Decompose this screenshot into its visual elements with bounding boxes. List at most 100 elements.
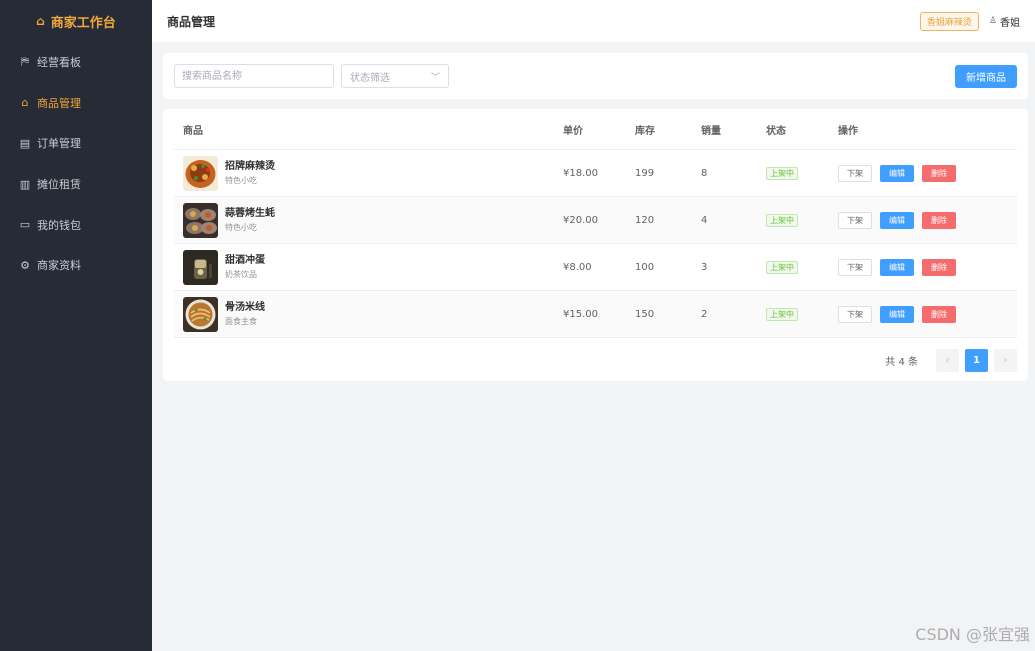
product-price: ¥8.00 (563, 261, 592, 273)
building-icon: ▥ (19, 177, 31, 191)
product-sales: 4 (701, 214, 708, 226)
page-title: 商品管理 (167, 14, 216, 29)
sidebar-item-merchant-profile[interactable]: ⚙ 商家资料 (0, 245, 152, 286)
bag-icon: ⌂ (36, 14, 45, 28)
sidebar-item-products[interactable]: ⌂ 商品管理 (0, 83, 152, 124)
column-header: 单价 (563, 125, 583, 137)
user-menu[interactable]: ♙ 香姐 (989, 14, 1020, 29)
sidebar-item-label: 商家资料 (37, 259, 81, 273)
pagination-total: 共 4 条 (885, 357, 918, 368)
user-name: 香姐 (1000, 17, 1020, 29)
topbar: 商品管理 香姐麻辣烫 ♙ 香姐 (152, 0, 1035, 42)
status-select[interactable]: 状态筛选 ﹀ (341, 64, 449, 88)
product-stock: 150 (635, 308, 655, 320)
sidebar-item-label: 我的钱包 (37, 218, 81, 232)
sidebar-nav: ⛿ 经营看板 ⌂ 商品管理 ▤ 订单管理 ▥ 摊位租赁 ▭ 我的钱包 ⚙ 商家资… (0, 42, 152, 286)
status-select-placeholder: 状态筛选 (350, 72, 390, 84)
sidebar-item-orders[interactable]: ▤ 订单管理 (0, 123, 152, 164)
product-image (183, 296, 218, 332)
column-header: 库存 (635, 125, 655, 137)
product-category: 特色小吃 (225, 176, 257, 185)
column-header: 操作 (838, 125, 858, 137)
chevron-down-icon: ﹀ (430, 72, 440, 83)
product-price: ¥18.00 (563, 167, 598, 179)
product-cell: 蒜蓉烤生蚝 特色小吃 (174, 202, 554, 238)
dashboard-icon: ⛿ (21, 55, 29, 69)
edit-button[interactable]: 编辑 (880, 164, 914, 182)
sidebar-item-label: 商品管理 (37, 96, 81, 110)
product-sales: 8 (701, 167, 708, 179)
product-image (183, 202, 218, 238)
product-category: 奶茶饮品 (225, 270, 257, 279)
sidebar-item-label: 经营看板 (37, 56, 81, 70)
row-actions: 下架 编辑 删除 (829, 164, 1017, 182)
pagination: 共 4 条 ‹ 1 › (174, 338, 1017, 383)
product-cell: 招牌麻辣烫 特色小吃 (174, 155, 554, 191)
sidebar: ⌂ 商家工作台 ⛿ 经营看板 ⌂ 商品管理 ▤ 订单管理 ▥ 摊位租赁 ▭ 我的… (0, 0, 152, 651)
row-actions: 下架 编辑 删除 (829, 258, 1017, 276)
delete-button[interactable]: 删除 (922, 211, 956, 229)
sidebar-item-wallet[interactable]: ▭ 我的钱包 (0, 204, 152, 245)
sidebar-item-label: 摊位租赁 (37, 178, 81, 192)
product-stock: 199 (635, 167, 655, 179)
unlist-button[interactable]: 下架 (838, 211, 872, 229)
table-row: 骨汤米线 面食主食 ¥15.00 150 2 上架中 下架 编辑 删除 (174, 291, 1017, 338)
product-info: 甜酒冲蛋 奶茶饮品 (225, 253, 265, 281)
prev-page-button[interactable]: ‹ (936, 349, 959, 372)
brand: ⌂ 商家工作台 (0, 0, 152, 42)
unlist-button[interactable]: 下架 (838, 305, 872, 323)
product-category: 特色小吃 (225, 223, 257, 232)
product-category: 面食主食 (225, 317, 257, 326)
table-row: 招牌麻辣烫 特色小吃 ¥18.00 199 8 上架中 下架 编辑 删除 (174, 150, 1017, 197)
delete-button[interactable]: 删除 (922, 164, 956, 182)
table-row: 蒜蓉烤生蚝 特色小吃 ¥20.00 120 4 上架中 下架 编辑 删除 (174, 197, 1017, 244)
bag-icon: ⌂ (21, 96, 29, 110)
edit-button[interactable]: 编辑 (880, 258, 914, 276)
delete-button[interactable]: 删除 (922, 258, 956, 276)
status-badge: 上架中 (766, 307, 798, 321)
filter-bar: 状态筛选 ﹀ 新增商品 (163, 53, 1028, 99)
sidebar-item-stall-rental[interactable]: ▥ 摊位租赁 (0, 164, 152, 205)
unlist-button[interactable]: 下架 (838, 258, 872, 276)
unlist-button[interactable]: 下架 (838, 164, 872, 182)
column-header: 状态 (766, 125, 786, 137)
product-name: 蒜蓉烤生蚝 (225, 208, 275, 219)
product-image (183, 155, 218, 191)
product-name: 骨汤米线 (225, 302, 265, 313)
product-sales: 2 (701, 308, 708, 320)
table-header: 商品 单价 库存 销量 状态 操作 (174, 109, 1017, 150)
watermark: CSDN @张宜强 (915, 625, 1030, 644)
status-cell: 上架中 (757, 213, 829, 227)
search-input[interactable] (174, 64, 334, 88)
product-stock: 120 (635, 214, 655, 226)
status-badge: 上架中 (766, 213, 798, 227)
edit-button[interactable]: 编辑 (880, 211, 914, 229)
product-price: ¥20.00 (563, 214, 598, 226)
folder-icon: ▭ (19, 218, 31, 232)
sidebar-item-label: 订单管理 (37, 137, 81, 151)
column-header: 商品 (183, 125, 203, 137)
product-stock: 100 (635, 261, 655, 273)
row-actions: 下架 编辑 删除 (829, 305, 1017, 323)
status-cell: 上架中 (757, 307, 829, 321)
add-product-button[interactable]: 新增商品 (955, 64, 1017, 88)
status-badge: 上架中 (766, 166, 798, 180)
product-cell: 甜酒冲蛋 奶茶饮品 (174, 249, 554, 285)
sidebar-item-dashboard[interactable]: ⛿ 经营看板 (0, 42, 152, 83)
table-row: 甜酒冲蛋 奶茶饮品 ¥8.00 100 3 上架中 下架 编辑 删除 (174, 244, 1017, 291)
delete-button[interactable]: 删除 (922, 305, 956, 323)
product-image (183, 249, 218, 285)
edit-button[interactable]: 编辑 (880, 305, 914, 323)
column-header: 销量 (701, 125, 721, 137)
page-number[interactable]: 1 (965, 349, 988, 372)
clipboard-icon: ▤ (19, 136, 31, 150)
product-name: 甜酒冲蛋 (225, 255, 265, 266)
product-info: 蒜蓉烤生蚝 特色小吃 (225, 206, 275, 234)
product-cell: 骨汤米线 面食主食 (174, 296, 554, 332)
status-cell: 上架中 (757, 166, 829, 180)
product-info: 招牌麻辣烫 特色小吃 (225, 159, 275, 187)
product-sales: 3 (701, 261, 708, 273)
next-page-button[interactable]: › (994, 349, 1017, 372)
row-actions: 下架 编辑 删除 (829, 211, 1017, 229)
product-info: 骨汤米线 面食主食 (225, 300, 265, 328)
